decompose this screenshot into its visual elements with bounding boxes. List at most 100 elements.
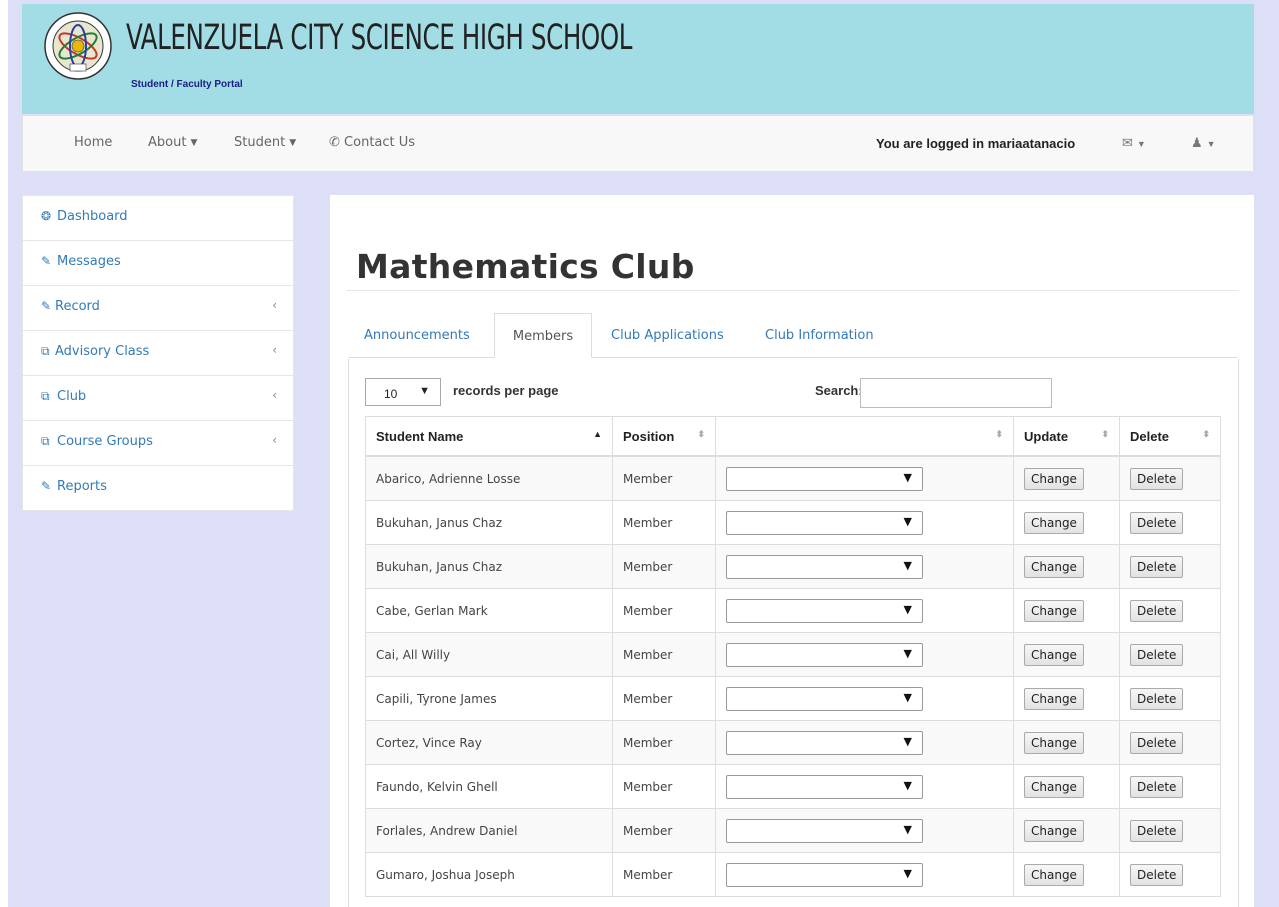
tab-club-applications[interactable]: Club Applications bbox=[611, 313, 724, 356]
column-header-select[interactable]: ⬍ bbox=[715, 416, 1014, 457]
student-name: Gumaro, Joshua Joseph bbox=[376, 867, 515, 882]
school-seal-icon[interactable] bbox=[44, 12, 112, 80]
change-button[interactable]: Change bbox=[1024, 687, 1084, 710]
change-button[interactable]: Change bbox=[1024, 555, 1084, 578]
position-select[interactable]: ▼ bbox=[726, 466, 923, 491]
sort-icon: ⬍ bbox=[995, 429, 1003, 439]
user-dropdown[interactable]: ♟ ▼ bbox=[1191, 135, 1216, 151]
chevron-left-icon: ‹ bbox=[272, 388, 277, 402]
delete-button[interactable]: Delete bbox=[1130, 555, 1184, 578]
position-select[interactable]: ▼ bbox=[726, 510, 923, 535]
main-panel: Mathematics Club Announcements Members C… bbox=[330, 195, 1254, 907]
update-cell: Change bbox=[1013, 764, 1120, 809]
search-input[interactable] bbox=[860, 378, 1052, 408]
caret-down-icon: ▼ bbox=[190, 137, 198, 148]
position-select[interactable]: ▼ bbox=[726, 818, 923, 843]
sort-icon: ⬍ bbox=[1101, 429, 1109, 439]
school-name: VALENZUELA CITY SCIENCE HIGH SCHOOL bbox=[126, 18, 633, 58]
caret-down-icon: ▼ bbox=[419, 385, 430, 397]
change-button[interactable]: Change bbox=[1024, 731, 1084, 754]
update-cell: Change bbox=[1013, 455, 1120, 501]
delete-button[interactable]: Delete bbox=[1130, 511, 1184, 534]
delete-cell: Delete bbox=[1119, 676, 1221, 721]
delete-cell: Delete bbox=[1119, 764, 1221, 809]
tab-club-information[interactable]: Club Information bbox=[765, 313, 874, 356]
change-button[interactable]: Change bbox=[1024, 467, 1084, 490]
sidebar-item-record[interactable]: ✎ Record ‹ bbox=[23, 286, 293, 331]
site-header: VALENZUELA CITY SCIENCE HIGH SCHOOL Stud… bbox=[22, 4, 1254, 114]
left-gutter bbox=[0, 0, 8, 907]
envelope-icon: ✉ bbox=[1122, 135, 1133, 150]
change-button[interactable]: Change bbox=[1024, 643, 1084, 666]
position-select-cell: ▼ bbox=[715, 852, 1014, 897]
sidebar-item-dashboard[interactable]: ❂ Dashboard bbox=[23, 196, 293, 241]
sidebar-item-reports[interactable]: ✎ Reports bbox=[23, 466, 293, 510]
change-button[interactable]: Change bbox=[1024, 863, 1084, 886]
position-select[interactable]: ▼ bbox=[726, 862, 923, 887]
change-button[interactable]: Change bbox=[1024, 819, 1084, 842]
position-select[interactable]: ▼ bbox=[726, 730, 923, 755]
column-header-delete[interactable]: Delete ⬍ bbox=[1119, 416, 1221, 457]
records-per-page-select[interactable]: 10 ▼ bbox=[365, 378, 441, 406]
update-cell: Change bbox=[1013, 676, 1120, 721]
nav-home[interactable]: Home bbox=[74, 135, 112, 150]
delete-cell: Delete bbox=[1119, 588, 1221, 633]
student-name-cell: Abarico, Adrienne Losse bbox=[365, 455, 613, 501]
position-select[interactable]: ▼ bbox=[726, 686, 923, 711]
change-button[interactable]: Change bbox=[1024, 775, 1084, 798]
position-select-cell: ▼ bbox=[715, 764, 1014, 809]
nav-student[interactable]: Student ▼ bbox=[234, 135, 296, 150]
tab-members[interactable]: Members bbox=[494, 313, 592, 358]
position-select[interactable]: ▼ bbox=[726, 774, 923, 799]
position-value: Member bbox=[623, 867, 673, 882]
edit-icon: ✎ bbox=[41, 299, 52, 313]
delete-button[interactable]: Delete bbox=[1130, 687, 1184, 710]
position-value: Member bbox=[623, 515, 673, 530]
tab-announcements[interactable]: Announcements bbox=[364, 313, 470, 356]
column-header-label: Student Name bbox=[376, 428, 464, 444]
column-header-update[interactable]: Update ⬍ bbox=[1013, 416, 1120, 457]
sidebar-item-course-groups[interactable]: ⧉ Course Groups ‹ bbox=[23, 421, 293, 466]
position-select[interactable]: ▼ bbox=[726, 554, 923, 579]
student-name: Abarico, Adrienne Losse bbox=[376, 471, 521, 486]
delete-button[interactable]: Delete bbox=[1130, 819, 1184, 842]
tab-bar: Announcements Members Club Applications … bbox=[348, 313, 1237, 358]
update-cell: Change bbox=[1013, 544, 1120, 589]
copy-icon: ⧉ bbox=[41, 344, 50, 358]
position-select[interactable]: ▼ bbox=[726, 642, 923, 667]
messages-dropdown[interactable]: ✉ ▼ bbox=[1122, 135, 1146, 151]
change-button[interactable]: Change bbox=[1024, 511, 1084, 534]
delete-button[interactable]: Delete bbox=[1130, 775, 1184, 798]
column-header-label: Delete bbox=[1130, 428, 1170, 444]
student-name-cell: Faundo, Kelvin Ghell bbox=[365, 764, 613, 809]
sort-icon: ⬍ bbox=[1202, 429, 1210, 439]
column-header-position[interactable]: Position ⬍ bbox=[612, 416, 716, 457]
caret-down-icon: ▼ bbox=[903, 690, 912, 704]
change-button[interactable]: Change bbox=[1024, 599, 1084, 622]
records-per-page-value: 10 bbox=[384, 387, 398, 401]
column-header-label: Update bbox=[1024, 428, 1069, 444]
position-select[interactable]: ▼ bbox=[726, 598, 923, 623]
delete-button[interactable]: Delete bbox=[1130, 467, 1184, 490]
column-header-student-name[interactable]: Student Name ▲ bbox=[365, 416, 613, 457]
sidebar-item-messages[interactable]: ✎ Messages bbox=[23, 241, 293, 286]
caret-down-icon: ▼ bbox=[903, 514, 912, 528]
sidebar-item-club[interactable]: ⧉ Club ‹ bbox=[23, 376, 293, 421]
table-row: Abarico, Adrienne Losse Member ▼ Change Dele… bbox=[365, 455, 1221, 501]
page: VALENZUELA CITY SCIENCE HIGH SCHOOL Stud… bbox=[0, 0, 1279, 907]
nav-contact[interactable]: ✆ Contact Us bbox=[329, 135, 415, 150]
table-row: Capili, Tyrone James Member ▼ Change Delete bbox=[365, 676, 1221, 721]
position-select-cell: ▼ bbox=[715, 632, 1014, 677]
delete-button[interactable]: Delete bbox=[1130, 643, 1184, 666]
sidebar: ❂ Dashboard ✎ Messages ✎ Record ‹ ⧉ Advi… bbox=[22, 195, 294, 511]
table-row: Faundo, Kelvin Ghell Member ▼ Change Delete bbox=[365, 764, 1221, 809]
delete-button[interactable]: Delete bbox=[1130, 731, 1184, 754]
dashboard-icon: ❂ bbox=[41, 209, 52, 223]
delete-button[interactable]: Delete bbox=[1130, 599, 1184, 622]
top-navbar: Home About ▼ Student ▼ ✆ Contact Us You ar… bbox=[22, 116, 1254, 172]
position-select-cell: ▼ bbox=[715, 544, 1014, 589]
nav-about[interactable]: About ▼ bbox=[148, 135, 197, 150]
sidebar-item-advisory-class[interactable]: ⧉ Advisory Class ‹ bbox=[23, 331, 293, 376]
caret-down-icon: ▼ bbox=[903, 602, 912, 616]
delete-button[interactable]: Delete bbox=[1130, 863, 1184, 886]
